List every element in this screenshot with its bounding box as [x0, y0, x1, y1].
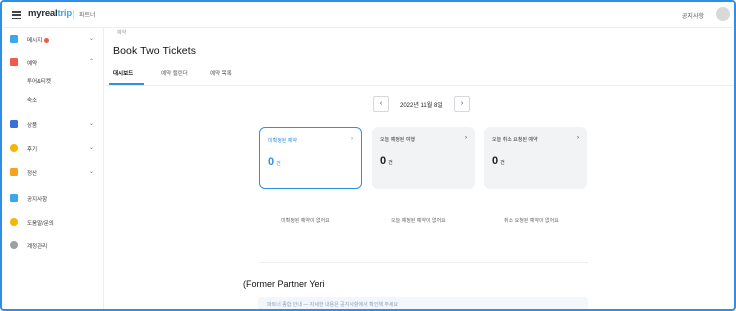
chevron-right-icon: › [351, 136, 353, 142]
sidebar-item-label: 상품 [27, 123, 38, 129]
info-box: 파트너 종합 안내 — 자세한 내용은 공지사항에서 확인해 주세요 [258, 297, 588, 309]
partner-label: 파트너 [79, 13, 96, 19]
sidebar-item-help[interactable]: 도움말/문의 [2, 214, 103, 232]
star-icon [10, 144, 18, 152]
sidebar-item-notice[interactable]: 공지사항 [2, 190, 103, 208]
main-content: 예약 Book Two Tickets 대시보드 예약 캘린더 예약 목록 ‹ … [105, 29, 734, 309]
gear-icon [10, 241, 18, 249]
chevron-right-icon: › [577, 135, 579, 141]
card-cancel-requests[interactable]: 오늘 취소 요청된 예약 › 0건 [484, 127, 587, 189]
current-date: 2022년 11월 8일 [400, 103, 443, 109]
sidebar-item-label: 정산 [27, 171, 38, 177]
card-title: 오늘 예정된 여행 [380, 137, 415, 143]
info-text: 파트너 종합 안내 — 자세한 내용은 공지사항에서 확인해 주세요 [267, 302, 399, 308]
logo[interactable]: myrealtrip [28, 8, 72, 19]
chevron-down-icon: ⌄ [88, 121, 94, 127]
next-date-button[interactable]: › [454, 96, 470, 112]
card-unconfirmed[interactable]: 미확정된 예약 › 0건 [259, 127, 362, 189]
sidebar: 메시지 ⌄ 예약 ⌃ 투어&티켓 숙소 상품 ⌄ 후기 ⌄ 정산 ⌄ 공지사항 [2, 28, 104, 309]
help-icon [10, 218, 18, 226]
sidebar-item-label: 공지사항 [27, 197, 48, 203]
section-title: (Former Partner Yeri [243, 279, 325, 289]
breadcrumb: 예약 [117, 30, 127, 36]
menu-icon[interactable] [12, 11, 21, 20]
card-value: 0건 [268, 156, 281, 168]
tab-calendar[interactable]: 예약 캘린더 [161, 69, 188, 77]
sidebar-subitem-lodging[interactable]: 숙소 [27, 96, 37, 104]
chevron-down-icon: ⌄ [88, 145, 94, 151]
empty-message-unconfirmed: 미확정된 예약이 없어요 [281, 218, 330, 224]
chevron-right-icon: › [465, 135, 467, 141]
section-divider [258, 262, 588, 263]
message-icon [10, 35, 18, 43]
notice-link[interactable]: 공지사항 [682, 11, 704, 20]
card-title: 미확정된 예약 [268, 138, 297, 144]
chevron-down-icon: ⌄ [88, 169, 94, 175]
avatar[interactable] [716, 7, 730, 21]
calendar-icon [10, 58, 18, 66]
sidebar-item-product[interactable]: 상품 ⌄ [2, 116, 103, 134]
empty-message-today: 오늘 예정된 예약이 없어요 [391, 218, 446, 224]
card-value: 0건 [492, 155, 505, 167]
notification-badge [44, 38, 50, 44]
chevron-up-icon: ⌃ [88, 59, 94, 65]
settlement-icon [10, 168, 18, 176]
sidebar-item-account[interactable]: 계정관리 [2, 237, 103, 255]
sidebar-item-review[interactable]: 후기 ⌄ [2, 140, 103, 158]
card-today-trips[interactable]: 오늘 예정된 여행 › 0건 [372, 127, 475, 189]
tab-dashboard[interactable]: 대시보드 [113, 69, 133, 77]
card-value: 0건 [380, 155, 393, 167]
tab-list[interactable]: 예약 목록 [210, 69, 232, 77]
sidebar-item-label: 후기 [27, 147, 38, 153]
sidebar-item-settlement[interactable]: 정산 ⌄ [2, 164, 103, 182]
sidebar-item-label: 계정관리 [27, 244, 48, 250]
app-window: myrealtrip 파트너 공지사항 메시지 ⌄ 예약 ⌃ 투어&티켓 숙소 … [0, 0, 736, 311]
sidebar-item-message[interactable]: 메시지 ⌄ [2, 31, 103, 49]
card-title: 오늘 취소 요청된 예약 [492, 137, 538, 143]
sidebar-item-label: 도움말/문의 [27, 221, 54, 227]
sidebar-subitem-tour[interactable]: 투어&티켓 [27, 77, 51, 85]
tab-divider [105, 84, 734, 86]
product-icon [10, 120, 18, 128]
empty-message-cancel: 취소 요청된 예약이 없어요 [504, 218, 559, 224]
top-bar: myrealtrip 파트너 공지사항 [2, 2, 734, 28]
logo-divider [73, 10, 74, 19]
prev-date-button[interactable]: ‹ [373, 96, 389, 112]
megaphone-icon [10, 194, 18, 202]
chevron-down-icon: ⌄ [88, 36, 94, 42]
sidebar-item-label: 메시지 [27, 38, 43, 44]
sidebar-item-reservation[interactable]: 예약 ⌃ [2, 54, 103, 72]
page-title: Book Two Tickets [113, 45, 197, 57]
sidebar-item-label: 예약 [27, 61, 38, 67]
